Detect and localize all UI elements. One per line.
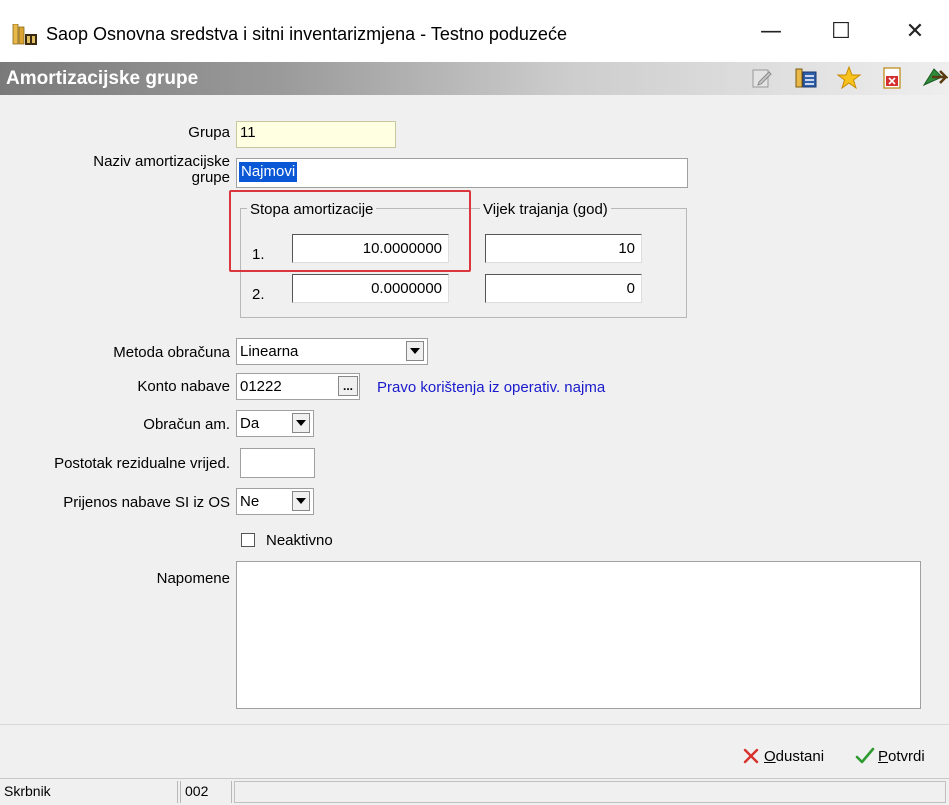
obracun-value: Da [240,415,260,432]
status-skrbnik-label: Skrbnik [0,781,178,803]
favorite-star-icon[interactable] [836,65,862,91]
row2-vijek-field[interactable]: 0 [485,274,642,303]
konto-label: Konto nabave [137,378,230,395]
konto-browse-button[interactable]: ... [338,376,358,396]
row1-label: 1. [252,246,265,263]
postotak-field[interactable] [240,448,315,478]
odustani-button[interactable]: Odustani [742,745,824,767]
grupa-field[interactable]: 11 [236,121,396,148]
metoda-select[interactable]: Linearna [236,338,428,365]
potvrdi-button[interactable]: Potvrdi [855,745,925,767]
prijenos-label: Prijenos nabave SI iz OS [63,494,230,511]
neaktivno-label: Neaktivno [266,532,333,549]
status-message-cell [234,781,946,803]
odustani-mnemonic: O [764,747,776,765]
metoda-value: Linearna [240,343,299,360]
chevron-down-icon [410,348,420,354]
cancel-x-icon [743,748,759,764]
edit-icon[interactable] [750,66,776,92]
postotak-label: Postotak rezidualne vrijed. [54,455,230,472]
exit-icon[interactable] [920,65,949,91]
row2-stopa-field[interactable]: 0.0000000 [292,274,449,303]
pdf-export-icon[interactable] [880,66,906,92]
konto-description: Pravo korištenja iz operativ. najma [377,379,606,396]
neaktivno-checkbox[interactable] [241,533,255,547]
grupa-label: Grupa [188,124,230,141]
divider [0,724,949,725]
close-button[interactable]: ✕ [890,15,940,49]
form-title: Amortizacijske grupe [6,68,199,89]
minimize-button[interactable]: — [746,15,796,49]
napomene-label: Napomene [156,570,230,587]
metoda-dropdown-button[interactable] [406,341,424,361]
napomene-textarea[interactable] [236,561,921,709]
status-skrbnik-value: 002 [180,781,232,803]
potvrdi-label: otvrdi [888,747,925,765]
app-icon [12,23,38,46]
potvrdi-mnemonic: P [878,747,889,765]
naziv-field[interactable]: Najmovi [236,158,688,188]
row2-label: 2. [252,286,265,303]
naziv-selected-text: Najmovi [239,162,298,182]
columns-icon[interactable] [794,66,820,92]
window-title: Saop Osnovna sredstva i sitni inventariz… [46,24,567,44]
metoda-label: Metoda obračuna [113,344,230,361]
obracun-dropdown-button[interactable] [292,413,310,433]
prijenos-dropdown-button[interactable] [292,491,310,511]
maximize-button[interactable]: ☐ [816,15,866,49]
chevron-down-icon [296,420,306,426]
row1-stopa-field[interactable]: 10.0000000 [292,234,449,263]
konto-value: 01222 [240,378,282,395]
row1-vijek-field[interactable]: 10 [485,234,642,263]
naziv-label-line2: grupe [191,169,230,186]
vijek-legend: Vijek trajanja (god) [480,201,611,219]
odustani-label: dustani [775,747,825,765]
obracun-label: Obračun am. [143,416,230,433]
ellipsis-icon: ... [342,379,353,393]
check-icon [855,747,875,764]
chevron-down-icon [296,498,306,504]
prijenos-value: Ne [240,493,260,510]
